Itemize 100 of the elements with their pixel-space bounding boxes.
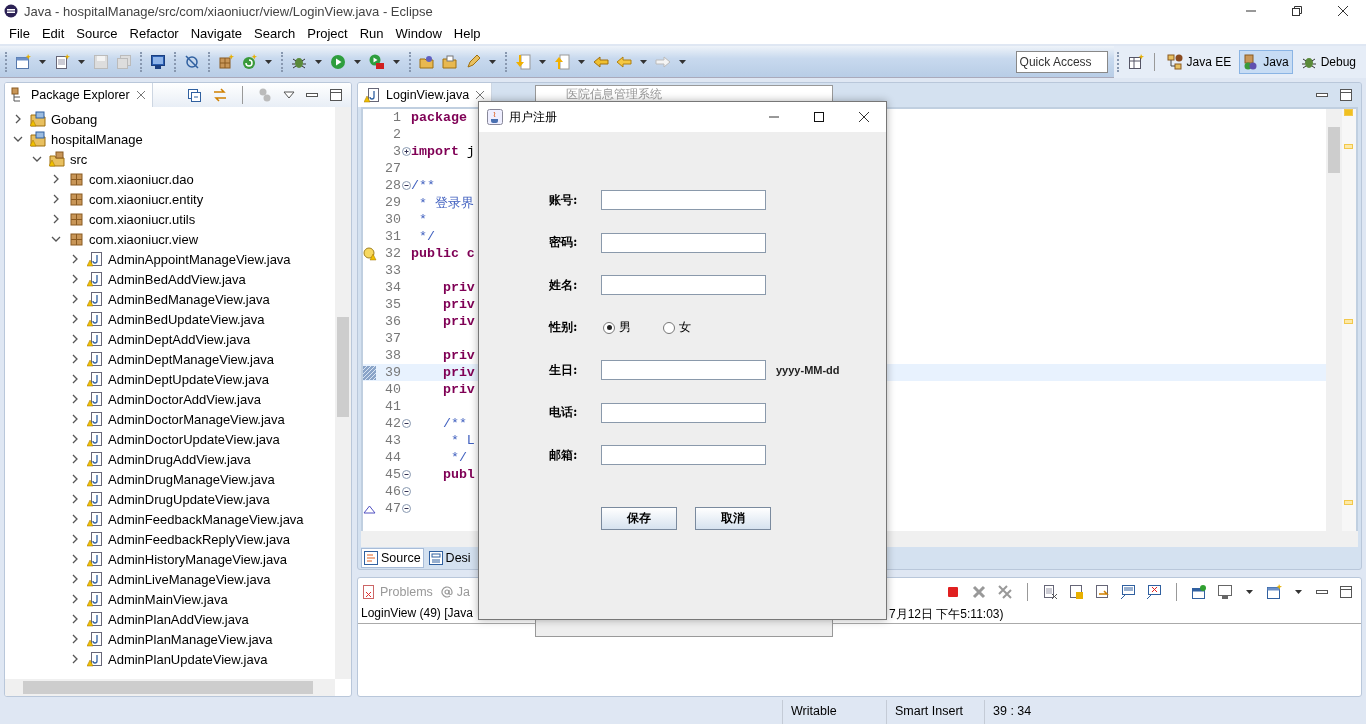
cross-icon[interactable] [971,584,987,600]
input-field[interactable] [601,232,766,253]
menu-item[interactable]: Edit [36,25,70,41]
chevron-down-icon[interactable] [51,234,61,244]
menu-item[interactable]: Run [354,25,389,41]
tree-item[interactable]: AdminAppointManageView.java [5,249,335,269]
chevron-right-icon[interactable] [70,594,80,604]
maximize-icon[interactable] [1339,88,1353,102]
chevron-right-icon[interactable] [70,314,80,324]
chevron-right-icon[interactable] [70,474,80,484]
chevron-right-icon[interactable] [70,634,80,644]
collapse-all-icon[interactable] [186,87,202,103]
tree-item[interactable]: AdminDoctorUpdateView.java [5,429,335,449]
tree-item[interactable]: AdminPlanUpdateView.java [5,649,335,669]
minimize-icon[interactable] [1315,91,1329,99]
double-cross-icon[interactable] [997,584,1013,600]
tree-item[interactable]: hospitalManage [5,129,335,149]
perspective-button[interactable]: Java [1239,49,1293,74]
minus-icon[interactable] [401,181,411,190]
caret-icon[interactable] [679,59,686,64]
tree-item[interactable]: AdminMainView.java [5,589,335,609]
tree-item[interactable]: Gobang [5,109,335,129]
pin-icon[interactable] [1191,584,1207,600]
maximize-icon[interactable] [329,88,343,102]
play-icon[interactable] [330,53,346,70]
minus-icon[interactable] [401,504,411,513]
grid-star-icon[interactable] [218,53,234,70]
menu-item[interactable]: Help [448,25,486,41]
minus-icon[interactable] [401,487,411,496]
perspective-button[interactable]: Java EE [1162,49,1236,74]
tree-item[interactable]: com.xiaoniucr.utils [5,209,335,229]
chevron-right-icon[interactable] [70,454,80,464]
tree-item[interactable]: src [5,149,335,169]
plus-icon[interactable] [401,147,411,156]
tree-item[interactable]: AdminDrugManageView.java [5,469,335,489]
menu-item[interactable]: Project [302,25,353,41]
back-arrow-icon[interactable] [593,53,609,70]
chevron-right-icon[interactable] [70,494,80,504]
tree-item[interactable]: AdminDoctorManageView.java [5,409,335,429]
tree-item[interactable]: AdminDrugUpdateView.java [5,489,335,509]
tree-item[interactable]: com.xiaoniucr.entity [5,189,335,209]
tree-item[interactable]: AdminDeptAddView.java [5,329,335,349]
chevron-right-icon[interactable] [70,554,80,564]
menu-item[interactable]: Window [390,25,447,41]
monitor-icon[interactable] [150,53,166,70]
chevron-right-icon[interactable] [70,394,80,404]
minus-icon[interactable] [401,470,411,479]
caret-icon[interactable] [1295,590,1302,594]
play-toolbox-icon[interactable] [369,53,385,70]
dialog-button[interactable]: 保存 [601,506,677,530]
chevron-right-icon[interactable] [51,174,61,184]
chevron-right-icon[interactable] [70,334,80,344]
tree-item[interactable]: AdminFeedbackManageView.java [5,509,335,529]
scrollbar[interactable] [5,679,335,696]
radio-option[interactable]: 女 [663,319,691,336]
dialog-button[interactable]: 取消 [695,506,771,530]
tree-item[interactable]: AdminHistoryManageView.java [5,549,335,569]
chevron-right-icon[interactable] [70,254,80,264]
caret-icon[interactable] [265,59,272,64]
monitor-icon[interactable] [1217,584,1233,600]
chevron-right-icon[interactable] [70,414,80,424]
perspective-icon[interactable] [1127,53,1144,70]
scrollbar[interactable] [1326,109,1342,531]
input-field[interactable] [601,275,766,295]
tree-item[interactable]: AdminFeedbackReplyView.java [5,529,335,549]
chevron-right-icon[interactable] [13,114,23,124]
view-menu-icon[interactable] [283,91,295,99]
new-document-icon[interactable] [54,53,70,70]
chevron-down-icon[interactable] [32,154,42,164]
input-field[interactable] [601,190,766,210]
tree-item[interactable]: AdminDeptManageView.java [5,349,335,369]
tree-item[interactable]: com.xiaoniucr.view [5,229,335,249]
menu-item[interactable]: Search [249,25,301,41]
chevron-right-icon[interactable] [70,514,80,524]
caret-icon[interactable] [539,59,546,64]
scrollbar[interactable] [335,107,351,679]
console-icon[interactable] [1120,584,1136,600]
close-icon[interactable] [1337,5,1349,17]
maximize-icon[interactable] [1339,585,1353,599]
chevron-right-icon[interactable] [70,274,80,284]
tree-item[interactable]: AdminBedUpdateView.java [5,309,335,329]
chevron-right-icon[interactable] [70,354,80,364]
chevron-right-icon[interactable] [51,214,61,224]
radio-option[interactable]: 男 [603,319,631,336]
caret-icon[interactable] [1246,590,1253,594]
lock-document-icon[interactable] [1068,584,1084,600]
perspective-button[interactable]: Debug [1296,49,1360,74]
tree-item[interactable]: AdminPlanAddView.java [5,609,335,629]
menu-item[interactable]: Navigate [185,25,247,41]
caret-icon[interactable] [578,59,585,64]
chevron-right-icon[interactable] [70,614,80,624]
chevron-right-icon[interactable] [70,434,80,444]
input-field[interactable] [601,445,766,465]
new-window-icon[interactable] [15,53,31,70]
minimize-icon[interactable] [1315,588,1329,596]
menu-item[interactable]: File [4,25,35,41]
restore-icon[interactable] [1291,5,1303,17]
minus-icon[interactable] [401,419,411,428]
menu-item[interactable]: Source [71,25,123,41]
close-icon[interactable] [857,111,870,123]
